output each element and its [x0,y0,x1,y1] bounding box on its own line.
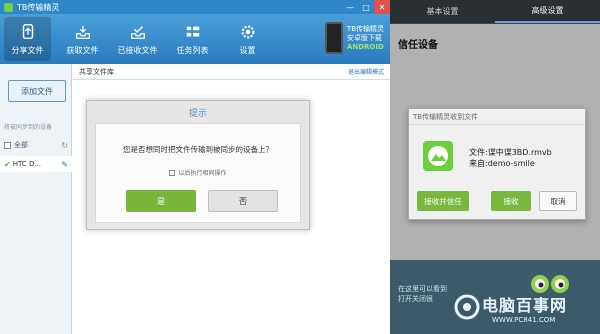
image-file-icon [423,141,453,171]
tab-basic-settings[interactable]: 基本设置 [390,0,495,23]
device-sidebar: 添加文件 将被同步到的设备 全部 ↻ ✔ HTC D... ✎ [0,64,72,334]
remember-label: 以后执行相同操作 [178,170,227,177]
screenshot-root: TB传输精灵 — □ ✕ 分享文件 获取文件 已接收文件 任务列表 设置 TB传… [0,0,600,334]
tab-advanced-settings[interactable]: 高级设置 [495,0,600,23]
phone-icon [324,22,343,54]
refresh-icon[interactable]: ↻ [61,141,68,150]
phone-tabs: 基本设置 高级设置 [390,0,600,24]
tab-settings[interactable]: 设置 [220,14,275,64]
accept-button[interactable]: 接收 [491,191,531,211]
tab-get-files[interactable]: 获取文件 [55,14,110,64]
window-title: TB传输精灵 [17,2,60,12]
tab-task-list[interactable]: 任务列表 [165,14,220,64]
task-list-icon [186,26,199,36]
maximize-button[interactable]: □ [358,0,374,14]
promo-line2: 安卓版下载 [346,33,382,42]
inbox-download-icon [75,25,90,39]
device-name: HTC D... [12,160,42,168]
gear-icon [241,25,254,38]
tab-label: 分享文件 [11,45,44,55]
android-download-promo[interactable]: TB传输精灵 安卓版下载 ANDROID [324,22,384,54]
file-info: 文件:谍中谍3BD.rmvb 来自:demo-smile [469,147,552,169]
banner-line2: 打开关闭很 [398,295,433,303]
close-button[interactable]: ✕ [374,0,390,14]
device-row[interactable]: ✔ HTC D... ✎ [0,156,72,172]
main-toolbar: 分享文件 获取文件 已接收文件 任务列表 设置 TB传输精灵 安卓版下载 AND… [0,14,390,64]
watermark-logo-icon [454,294,480,320]
watermark-url: WWW.PC841.COM [492,316,556,324]
minimize-button[interactable]: — [342,0,358,14]
file-name: 文件:谍中谍3BD.rmvb [469,148,552,157]
remember-checkbox[interactable] [169,169,176,176]
watermark: 电脑百事网 WWW.PC841.COM [452,290,598,332]
library-title: 共享文件库 [79,67,114,76]
select-all-row[interactable]: 全部 ↻ [4,140,68,150]
edit-icon[interactable]: ✎ [61,160,68,169]
remember-choice-row[interactable]: 以后执行相同操作 [96,168,300,177]
main-header: 共享文件库 退出编辑模式 [73,64,390,80]
receive-file-dialog: TB传输精灵收到文件 文件:谍中谍3BD.rmvb 来自:demo-smile … [408,108,586,220]
prompt-dialog: 提示 您是否想同时把文件传输到被同步的设备上？ 以后执行相同操作 是 否 [86,100,310,230]
app-logo-icon [4,2,13,12]
yes-button[interactable]: 是 [126,190,196,212]
exit-edit-mode-link[interactable]: 退出编辑模式 [348,67,384,76]
window-titlebar: TB传输精灵 — □ ✕ [0,0,390,14]
promo-line3: ANDROID [346,42,384,51]
add-file-button[interactable]: 添加文件 [8,80,66,102]
select-all-label: 全部 [14,141,28,149]
tab-label: 任务列表 [176,45,209,55]
banner-line1: 在这里可以看到 [398,285,447,293]
tab-label: 已接收文件 [117,45,158,55]
dialog-title: 提示 [188,108,207,119]
sidebar-header: 将被同步到的设备 [4,124,53,131]
cancel-button[interactable]: 取消 [539,191,577,211]
receive-dialog-title: TB传输精灵收到文件 [409,109,585,125]
no-button[interactable]: 否 [208,190,278,212]
banner-text: 在这里可以看到 打开关闭很 [398,284,447,304]
promo-text: TB传输精灵 安卓版下载 ANDROID [347,25,384,52]
dialog-message: 您是否想同时把文件传输到被同步的设备上？ [123,145,273,154]
dialog-body: 您是否想同时把文件传输到被同步的设备上？ 以后执行相同操作 是 否 [95,123,301,223]
watermark-title: 电脑百事网 [482,296,568,315]
promo-line1: TB传输精灵 [346,24,384,33]
select-all-checkbox[interactable] [4,141,11,149]
inbox-check-icon [130,25,145,39]
window-controls: — □ ✕ [342,0,390,14]
file-source: 来自:demo-smile [469,159,535,168]
tab-label: 设置 [239,45,256,55]
tab-received-files[interactable]: 已接收文件 [110,14,165,64]
desktop-window: TB传输精灵 — □ ✕ 分享文件 获取文件 已接收文件 任务列表 设置 TB传… [0,0,390,334]
tab-label: 获取文件 [66,45,99,55]
accept-and-trust-button[interactable]: 接收并信任 [417,191,469,211]
tab-share-files[interactable]: 分享文件 [4,17,51,61]
checked-icon: ✔ [4,159,11,169]
phone-share-icon [22,23,33,39]
